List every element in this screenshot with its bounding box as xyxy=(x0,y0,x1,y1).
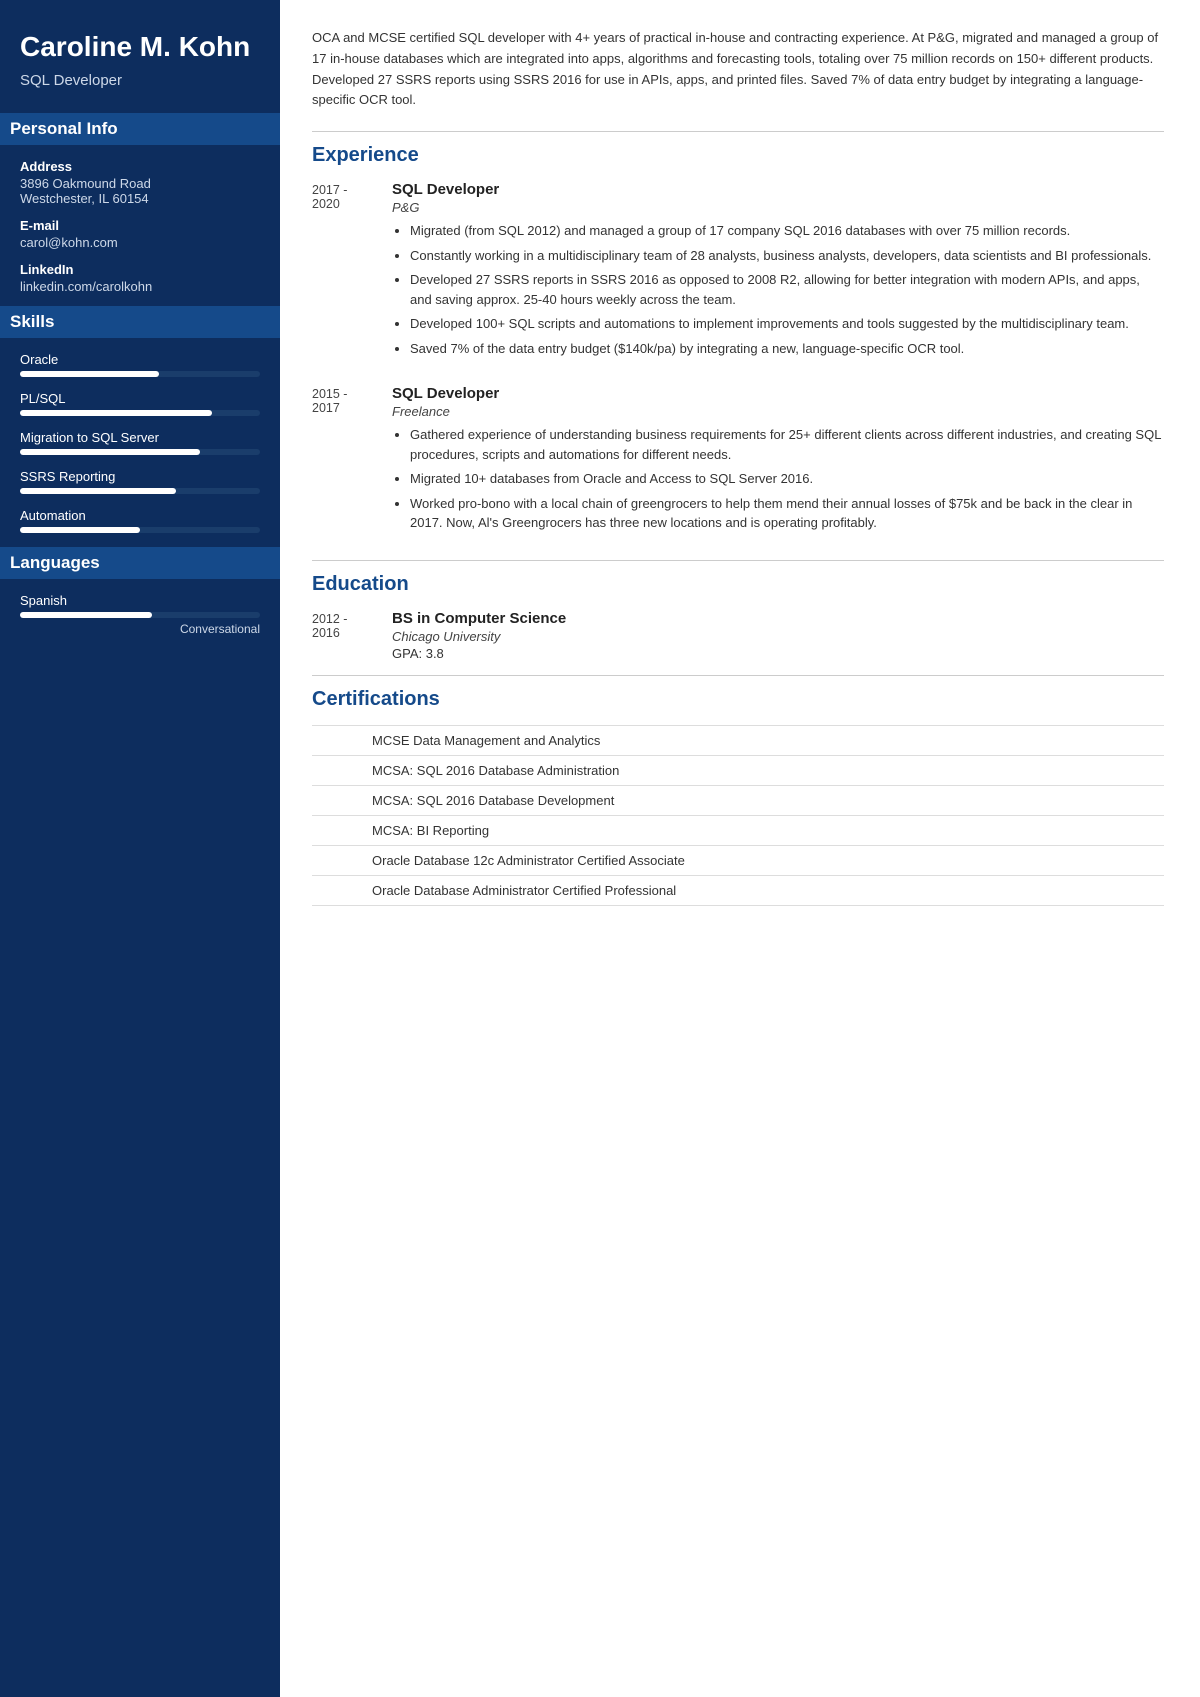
languages-heading: Languages xyxy=(0,547,280,579)
skill-name: Automation xyxy=(20,508,260,523)
certification-name: MCSA: SQL 2016 Database Administration xyxy=(312,755,1164,785)
education-gpa: GPA: 3.8 xyxy=(392,646,1164,661)
experience-bullet: Gathered experience of understanding bus… xyxy=(410,425,1164,464)
experience-bullets: Gathered experience of understanding bus… xyxy=(392,425,1164,533)
skill-bar-fill xyxy=(20,410,212,416)
summary-text: OCA and MCSE certified SQL developer wit… xyxy=(312,28,1164,111)
linkedin-label: LinkedIn xyxy=(20,262,260,277)
experience-item: 2017 -2020SQL Developer P&G Migrated (from… xyxy=(312,181,1164,363)
skills-list: Oracle PL/SQL Migration to SQL Server SSRS … xyxy=(20,352,260,533)
linkedin-value: linkedin.com/carolkohn xyxy=(20,279,260,294)
education-divider xyxy=(312,560,1164,561)
experience-job-title: SQL Developer xyxy=(392,385,1164,402)
education-content: BS in Computer Science Chicago University… xyxy=(392,610,1164,661)
skill-bar-fill xyxy=(20,527,140,533)
experience-content: SQL Developer Freelance Gathered experienc… xyxy=(392,385,1164,538)
language-name: Spanish xyxy=(20,593,260,608)
skills-heading: Skills xyxy=(0,306,280,338)
experience-company: P&G xyxy=(392,200,1164,215)
address-value: 3896 Oakmound Road Westchester, IL 60154 xyxy=(20,176,260,206)
experience-divider xyxy=(312,131,1164,132)
certification-name: Oracle Database Administrator Certified … xyxy=(312,875,1164,905)
skill-name: Oracle xyxy=(20,352,260,367)
skill-bar-background xyxy=(20,449,260,455)
certifications-heading: Certifications xyxy=(312,688,1164,711)
experience-item: 2015 -2017SQL Developer Freelance Gathered… xyxy=(312,385,1164,538)
certification-row: MCSA: SQL 2016 Database Development xyxy=(312,785,1164,815)
skill-bar-background xyxy=(20,371,260,377)
certification-name: MCSA: SQL 2016 Database Development xyxy=(312,785,1164,815)
experience-job-title: SQL Developer xyxy=(392,181,1164,198)
skill-name: PL/SQL xyxy=(20,391,260,406)
skill-bar-fill xyxy=(20,371,159,377)
education-list: 2012 -2016BS in Computer Science Chicago … xyxy=(312,610,1164,661)
language-level: Conversational xyxy=(20,622,260,636)
experience-dates: 2017 -2020 xyxy=(312,181,392,363)
language-bar-background xyxy=(20,612,260,618)
certification-row: MCSA: SQL 2016 Database Administration xyxy=(312,755,1164,785)
main-content: OCA and MCSE certified SQL developer wit… xyxy=(280,0,1200,1697)
education-item: 2012 -2016BS in Computer Science Chicago … xyxy=(312,610,1164,661)
experience-list: 2017 -2020SQL DeveloperP&GMigrated (from… xyxy=(312,181,1164,538)
languages-list: Spanish Conversational xyxy=(20,593,260,636)
experience-bullet: Developed 100+ SQL scripts and automatio… xyxy=(410,314,1164,334)
education-dates: 2012 -2016 xyxy=(312,610,392,661)
experience-bullet: Migrated 10+ databases from Oracle and A… xyxy=(410,469,1164,489)
email-value: carol@kohn.com xyxy=(20,235,260,250)
certifications-table: MCSE Data Management and AnalyticsMCSA: … xyxy=(312,725,1164,906)
experience-bullet: Migrated (from SQL 2012) and managed a g… xyxy=(410,221,1164,241)
experience-bullet: Constantly working in a multidisciplinar… xyxy=(410,246,1164,266)
candidate-title: SQL Developer xyxy=(20,72,260,89)
experience-bullet: Worked pro-bono with a local chain of gr… xyxy=(410,494,1164,533)
candidate-name: Caroline M. Kohn xyxy=(20,30,260,64)
certification-row: MCSE Data Management and Analytics xyxy=(312,725,1164,755)
email-label: E-mail xyxy=(20,218,260,233)
experience-bullet: Developed 27 SSRS reports in SSRS 2016 a… xyxy=(410,270,1164,309)
address-label: Address xyxy=(20,159,260,174)
skill-bar-fill xyxy=(20,488,176,494)
language-bar-fill xyxy=(20,612,152,618)
sidebar: Caroline M. Kohn SQL Developer Personal … xyxy=(0,0,280,1697)
certification-name: MCSA: BI Reporting xyxy=(312,815,1164,845)
skill-name: SSRS Reporting xyxy=(20,469,260,484)
skill-bar-background xyxy=(20,527,260,533)
experience-content: SQL Developer P&G Migrated (from SQL 2012)… xyxy=(392,181,1164,363)
skill-bar-background xyxy=(20,410,260,416)
personal-info-heading: Personal Info xyxy=(0,113,280,145)
experience-company: Freelance xyxy=(392,404,1164,419)
skill-name: Migration to SQL Server xyxy=(20,430,260,445)
skill-bar-fill xyxy=(20,449,200,455)
certifications-divider xyxy=(312,675,1164,676)
certification-row: Oracle Database 12c Administrator Certif… xyxy=(312,845,1164,875)
certification-row: MCSA: BI Reporting xyxy=(312,815,1164,845)
certification-row: Oracle Database Administrator Certified … xyxy=(312,875,1164,905)
certification-name: MCSE Data Management and Analytics xyxy=(312,725,1164,755)
education-school: Chicago University xyxy=(392,629,1164,644)
experience-bullet: Saved 7% of the data entry budget ($140k… xyxy=(410,339,1164,359)
experience-bullets: Migrated (from SQL 2012) and managed a g… xyxy=(392,221,1164,358)
education-heading: Education xyxy=(312,573,1164,596)
skill-bar-background xyxy=(20,488,260,494)
experience-heading: Experience xyxy=(312,144,1164,167)
certification-name: Oracle Database 12c Administrator Certif… xyxy=(312,845,1164,875)
experience-dates: 2015 -2017 xyxy=(312,385,392,538)
education-degree: BS in Computer Science xyxy=(392,610,1164,627)
